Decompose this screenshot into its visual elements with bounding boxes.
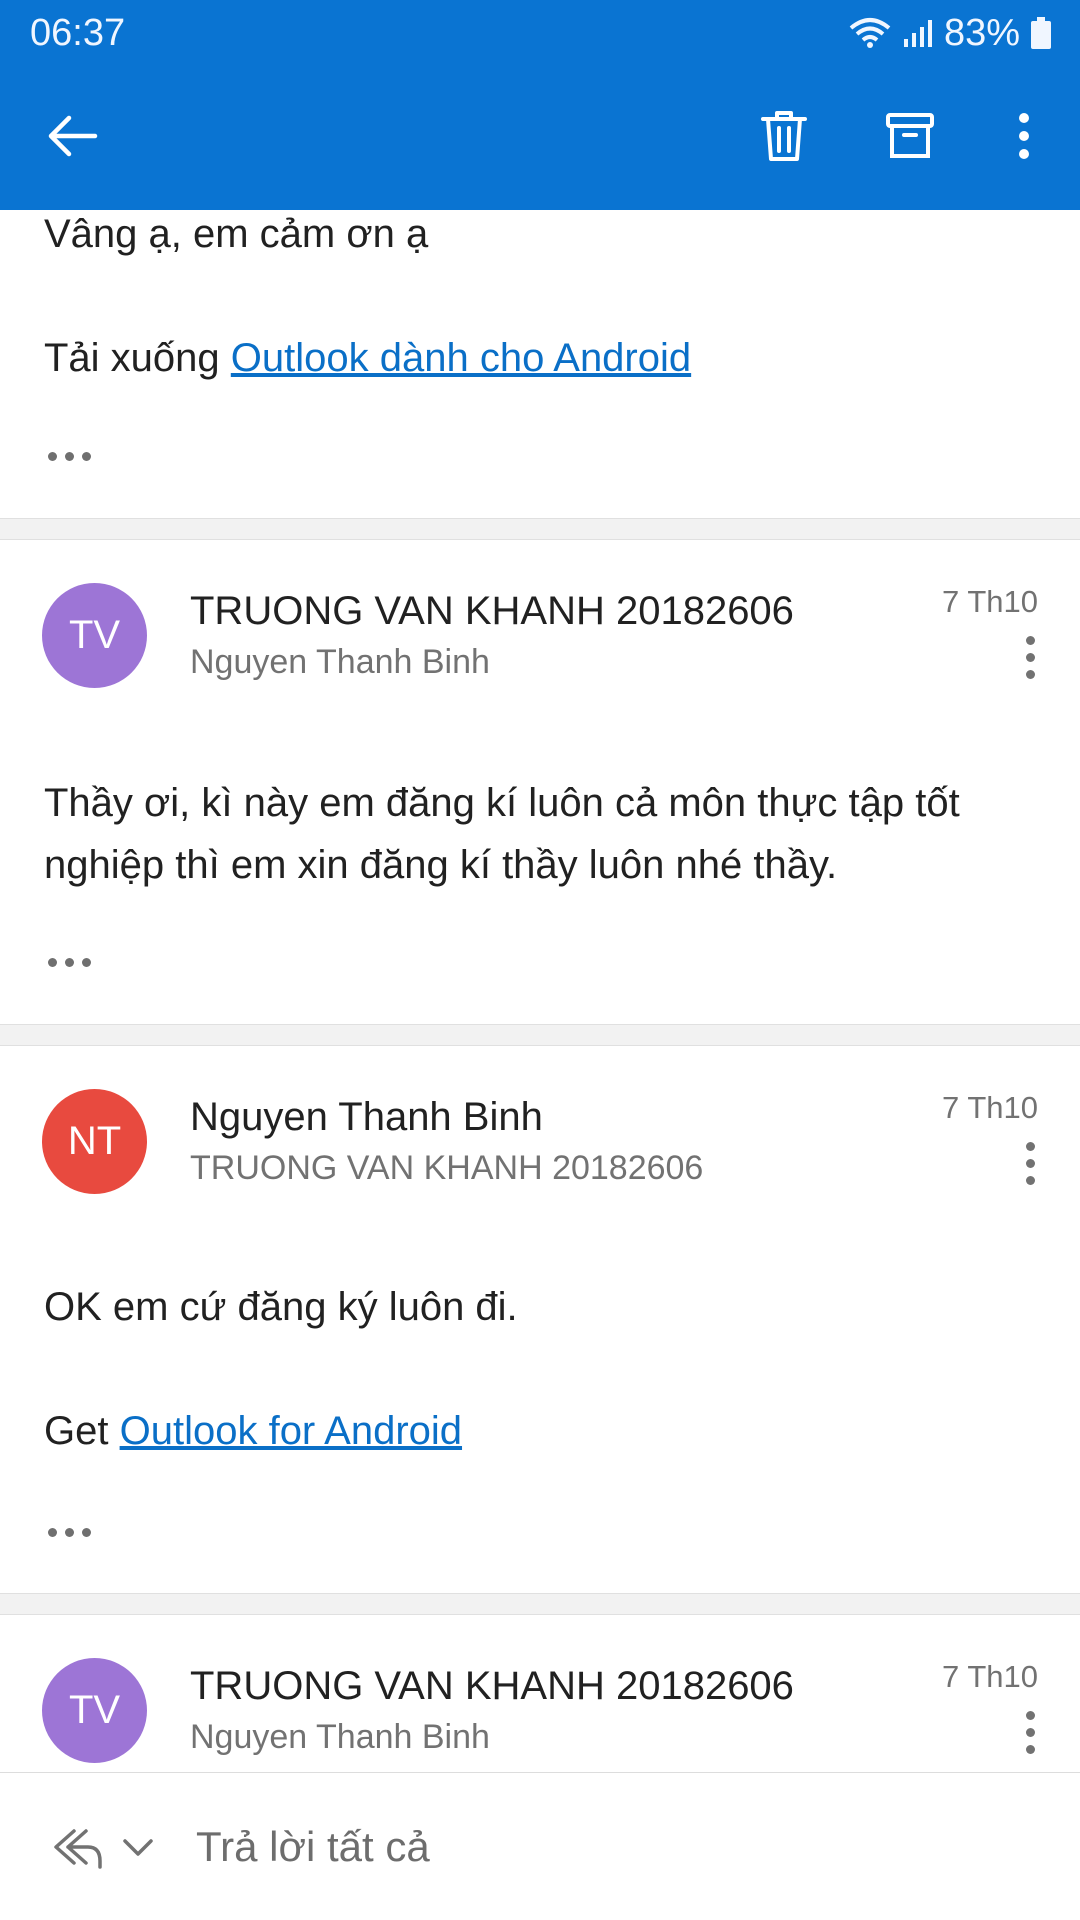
message-date: 7 Th10 (942, 1090, 1038, 1125)
sender-name: TRUONG VAN KHANH 20182606 (190, 589, 794, 633)
app-bar: 06:37 83% (0, 0, 1080, 210)
avatar[interactable]: NT (42, 1089, 147, 1194)
message-separator (0, 518, 1080, 540)
outlook-android-link[interactable]: Outlook dành cho Android (231, 336, 691, 380)
message-body-line: Vâng ạ, em cảm ơn ạ (44, 212, 429, 256)
reply-all-icon[interactable] (52, 1827, 104, 1871)
conversation-thread[interactable]: Vâng ạ, em cảm ơn ạ Tải xuống Outlook dà… (0, 210, 1080, 1772)
show-quoted-text-button[interactable] (48, 958, 91, 967)
avatar[interactable]: TV (42, 1658, 147, 1763)
battery-icon (1031, 17, 1051, 49)
battery-percent: 83% (943, 11, 1020, 54)
reply-bar: Trả lời tất cả (0, 1772, 1080, 1920)
message-more-button[interactable] (1018, 1142, 1042, 1185)
wifi-icon (849, 18, 891, 48)
signal-icon (903, 20, 932, 47)
sender-name: Nguyen Thanh Binh (190, 1095, 543, 1139)
recipient-name: Nguyen Thanh Binh (190, 1718, 490, 1756)
signature-text: Tải xuống (44, 336, 220, 380)
trash-icon (761, 111, 807, 161)
archive-button[interactable] (878, 104, 942, 168)
message-body: Thầy ơi, kì này em đăng kí luôn cả môn t… (44, 772, 1034, 896)
message-signature: Tải xuống Outlook dành cho Android (44, 334, 691, 382)
message-date: 7 Th10 (942, 1659, 1038, 1694)
message-separator (0, 1024, 1080, 1046)
message-body-line: Thầy ơi, kì này em đăng kí luôn cả môn t… (44, 781, 960, 825)
message-body-line: OK em cứ đăng ký luôn đi. (44, 1285, 518, 1329)
recipient-name: Nguyen Thanh Binh (190, 643, 490, 681)
delete-button[interactable] (752, 104, 816, 168)
message-body-line: nghiệp thì em xin đăng kí thầy luôn nhé … (44, 843, 838, 887)
outlook-android-link[interactable]: Outlook for Android (120, 1409, 462, 1453)
recipient-name: TRUONG VAN KHANH 20182606 (190, 1149, 704, 1187)
status-time: 06:37 (30, 12, 126, 54)
sender-name: TRUONG VAN KHANH 20182606 (190, 1664, 794, 1708)
chevron-down-icon[interactable] (122, 1837, 154, 1859)
status-indicators: 83% (848, 10, 1052, 56)
back-arrow-icon (48, 115, 98, 157)
more-vertical-icon (1019, 113, 1029, 159)
message-more-button[interactable] (1018, 1711, 1042, 1754)
archive-icon (886, 113, 934, 158)
more-options-button[interactable] (992, 104, 1056, 168)
signature-text: Get (44, 1409, 109, 1453)
message-separator (0, 1593, 1080, 1615)
message-signature: Get Outlook for Android (44, 1407, 462, 1455)
avatar[interactable]: TV (42, 583, 147, 688)
message-date: 7 Th10 (942, 584, 1038, 619)
message-more-button[interactable] (1018, 636, 1042, 679)
show-quoted-text-button[interactable] (48, 1528, 91, 1537)
back-button[interactable] (40, 104, 104, 168)
reply-all-button[interactable]: Trả lời tất cả (196, 1821, 430, 1873)
show-quoted-text-button[interactable] (48, 452, 91, 461)
